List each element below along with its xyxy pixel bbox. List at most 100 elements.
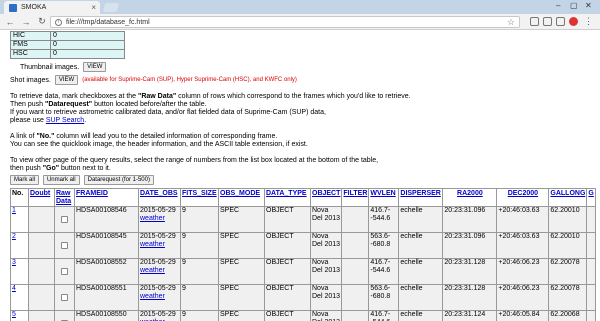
- col-header-object[interactable]: OBJECT: [309, 188, 343, 207]
- raw-data-checkbox[interactable]: [61, 268, 68, 275]
- mark-all-button[interactable]: Mark all: [10, 175, 40, 185]
- smoka-favicon-icon: [9, 3, 17, 12]
- raw-data-cell: [54, 284, 75, 311]
- extension-icon[interactable]: [556, 17, 565, 26]
- table-row: 3 HDSA00108552 2015-05-29 weather 9 SPEC …: [10, 258, 596, 285]
- forward-icon[interactable]: →: [20, 16, 32, 28]
- disperser-cell: echelle: [398, 206, 444, 233]
- gallong-cell: 62.20010: [548, 206, 588, 233]
- close-window-icon[interactable]: ✕: [585, 1, 592, 10]
- filter-cell: [341, 206, 370, 233]
- raw-data-checkbox[interactable]: [61, 294, 68, 301]
- col-header-raw-data[interactable]: Raw Data: [54, 188, 75, 207]
- instruction-text: You can see the quicklook image, the hea…: [10, 141, 308, 148]
- date-text: 2015-05-29: [140, 311, 176, 318]
- count-label: HSC: [10, 49, 51, 59]
- close-tab-icon[interactable]: ×: [91, 3, 96, 12]
- date-text: 2015-05-29: [140, 207, 176, 214]
- col-header-frameid[interactable]: FRAMEID: [74, 188, 139, 207]
- date-text: 2015-05-29: [140, 285, 176, 292]
- new-tab-button[interactable]: [102, 3, 120, 12]
- ra2000-cell: 20:23:31.128: [442, 258, 498, 285]
- col-header-gallong[interactable]: GALLONG: [548, 188, 588, 207]
- fits-size-cell: 9: [180, 206, 219, 233]
- frame-detail-link[interactable]: 4: [12, 285, 16, 292]
- instruction-bold: "Raw Data": [138, 93, 177, 100]
- weather-link[interactable]: weather: [140, 241, 165, 248]
- menu-icon[interactable]: ⋮: [584, 17, 593, 26]
- col-header-ra2000[interactable]: RA2000: [442, 188, 498, 207]
- minimize-icon[interactable]: –: [556, 1, 560, 10]
- frameid-cell: HDSA00108545: [74, 232, 139, 259]
- frame-detail-link[interactable]: 2: [12, 233, 16, 240]
- frameid-cell: HDSA00108551: [74, 284, 139, 311]
- instruction-text: To view other page of the query results,…: [10, 157, 379, 164]
- reload-icon[interactable]: ↻: [36, 16, 48, 28]
- col-header-disperser[interactable]: DISPERSER: [398, 188, 444, 207]
- col-header-g[interactable]: G: [586, 188, 596, 207]
- info-icon[interactable]: i: [55, 18, 62, 26]
- shot-view-button[interactable]: VIEW: [54, 75, 79, 85]
- col-header-doubt[interactable]: Doubt: [28, 188, 55, 207]
- thumbnail-label: Thumbnail images.: [20, 63, 80, 71]
- row-no-cell: 2: [10, 232, 29, 259]
- action-buttons: Mark all Unmark all Datarequest (for 1-5…: [10, 175, 600, 185]
- raw-data-checkbox[interactable]: [61, 242, 68, 249]
- address-bar[interactable]: i file:///tmp/database_fc.html ☆: [50, 16, 520, 28]
- fits-size-cell: 9: [180, 310, 219, 321]
- unmark-all-button[interactable]: Unmark all: [42, 175, 80, 185]
- frame-detail-link[interactable]: 3: [12, 259, 16, 266]
- maximize-icon[interactable]: ▢: [570, 1, 578, 10]
- fits-size-cell: 9: [180, 258, 219, 285]
- ra2000-cell: 20:23:31.096: [442, 232, 498, 259]
- col-header-wvlen[interactable]: WVLEN: [368, 188, 400, 207]
- extension-icon[interactable]: [543, 17, 552, 26]
- count-row: HIC 0: [10, 31, 125, 41]
- datarequest-button[interactable]: Datarequest (for 1-500): [83, 175, 154, 185]
- weather-link[interactable]: weather: [140, 293, 165, 300]
- gallong-cell: 62.20068: [548, 310, 588, 321]
- date-obs-cell: 2015-05-29weather: [138, 232, 181, 259]
- object-cell: Nova Del 2013: [309, 206, 343, 233]
- raw-data-cell: [54, 258, 75, 285]
- thumbnail-view-button[interactable]: VIEW: [83, 62, 107, 72]
- gallong-cell: 62.20010: [548, 232, 588, 259]
- sup-search-link[interactable]: SUP Search: [46, 117, 84, 124]
- col-header-dec2000[interactable]: DEC2000: [496, 188, 550, 207]
- col-header-no: No.: [10, 188, 29, 207]
- date-obs-cell: 2015-05-29weather: [138, 310, 181, 321]
- count-label: HIC: [10, 31, 51, 41]
- g-cell: [586, 310, 596, 321]
- ra2000-cell: 20:23:31.096: [442, 206, 498, 233]
- raw-data-checkbox[interactable]: [61, 216, 68, 223]
- filter-cell: [341, 232, 370, 259]
- col-header-filter[interactable]: FILTER: [341, 188, 370, 207]
- ra2000-cell: 20:23:31.128: [442, 284, 498, 311]
- weather-link[interactable]: weather: [140, 215, 165, 222]
- instruction-text: please use: [10, 117, 46, 124]
- bookmark-star-icon[interactable]: ☆: [507, 17, 515, 28]
- col-header-data-type[interactable]: DATA_TYPE: [264, 188, 311, 207]
- dec2000-cell: +20:46:03.63: [496, 232, 550, 259]
- g-cell: [586, 284, 596, 311]
- wvlen-cell: 416.7--544.6: [368, 258, 400, 285]
- browser-tab[interactable]: SMOKA ×: [4, 1, 100, 14]
- extension-icon[interactable]: [530, 17, 539, 26]
- frame-detail-link[interactable]: 5: [12, 311, 16, 318]
- link-instructions: A link of "No." column will lead you to …: [10, 133, 600, 149]
- filter-cell: [341, 258, 370, 285]
- col-header-date-obs[interactable]: DATE_OBS: [138, 188, 181, 207]
- opera-extension-icon[interactable]: [569, 17, 578, 26]
- frame-detail-link[interactable]: 1: [12, 207, 16, 214]
- date-text: 2015-05-29: [140, 259, 176, 266]
- instruction-text: column will lead you to the detailed inf…: [54, 133, 278, 140]
- obs-mode-cell: SPEC: [218, 284, 265, 311]
- col-header-obs-mode[interactable]: OBS_MODE: [218, 188, 265, 207]
- back-icon[interactable]: ←: [4, 16, 16, 28]
- weather-link[interactable]: weather: [140, 267, 165, 274]
- instrument-counts-table: HIC 0 FMS 0 HSC 0: [10, 31, 125, 59]
- col-header-fits-size[interactable]: FITS_SIZE: [180, 188, 219, 207]
- obs-mode-cell: SPEC: [218, 310, 265, 321]
- fits-size-cell: 9: [180, 232, 219, 259]
- disperser-cell: echelle: [398, 310, 444, 321]
